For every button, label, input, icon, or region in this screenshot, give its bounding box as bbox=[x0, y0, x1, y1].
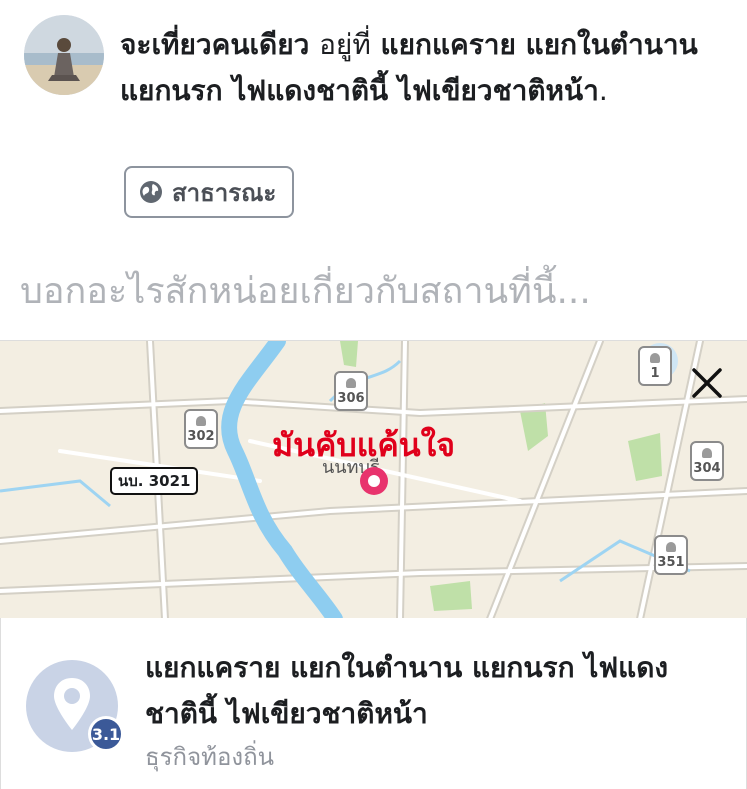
privacy-label: สาธารณะ bbox=[172, 178, 277, 207]
road-shield-1: 1 bbox=[638, 346, 672, 386]
road-shield-302: 302 bbox=[184, 409, 218, 449]
road-shield-306: 306 bbox=[334, 371, 368, 411]
place-name[interactable]: แยกแคราย แยกในตำนาน แยกนรก ไฟแดงชาตินี้ … bbox=[145, 645, 705, 737]
globe-icon bbox=[140, 181, 162, 203]
post-text-main: จะเที่ยวคนเดียว bbox=[120, 28, 310, 61]
road-label: นบ. 3021 bbox=[110, 467, 199, 495]
post-text-end: . bbox=[598, 74, 608, 107]
road-shield-351: 351 bbox=[654, 535, 688, 575]
post-text-at: อยู่ที่ bbox=[319, 28, 371, 61]
close-icon[interactable] bbox=[682, 358, 732, 408]
privacy-selector-button[interactable]: สาธารณะ bbox=[124, 166, 295, 218]
post-text: จะเที่ยวคนเดียว อยู่ที่ แยกแคราย แยกในตำ… bbox=[120, 22, 730, 114]
composer-input[interactable]: บอกอะไรสักหน่อยเกี่ยวกับสถานที่นี้... bbox=[20, 262, 591, 319]
avatar[interactable] bbox=[24, 15, 104, 95]
place-category: ธุรกิจท้องถิ่น bbox=[145, 743, 275, 771]
avatar-photo bbox=[24, 15, 104, 95]
rating-badge: 3.1 bbox=[88, 716, 124, 752]
map-pin-marker-icon[interactable] bbox=[358, 465, 390, 497]
pin-caption: มันคับแค้นใจ bbox=[272, 426, 455, 464]
road-shield-304: 304 bbox=[690, 441, 724, 481]
